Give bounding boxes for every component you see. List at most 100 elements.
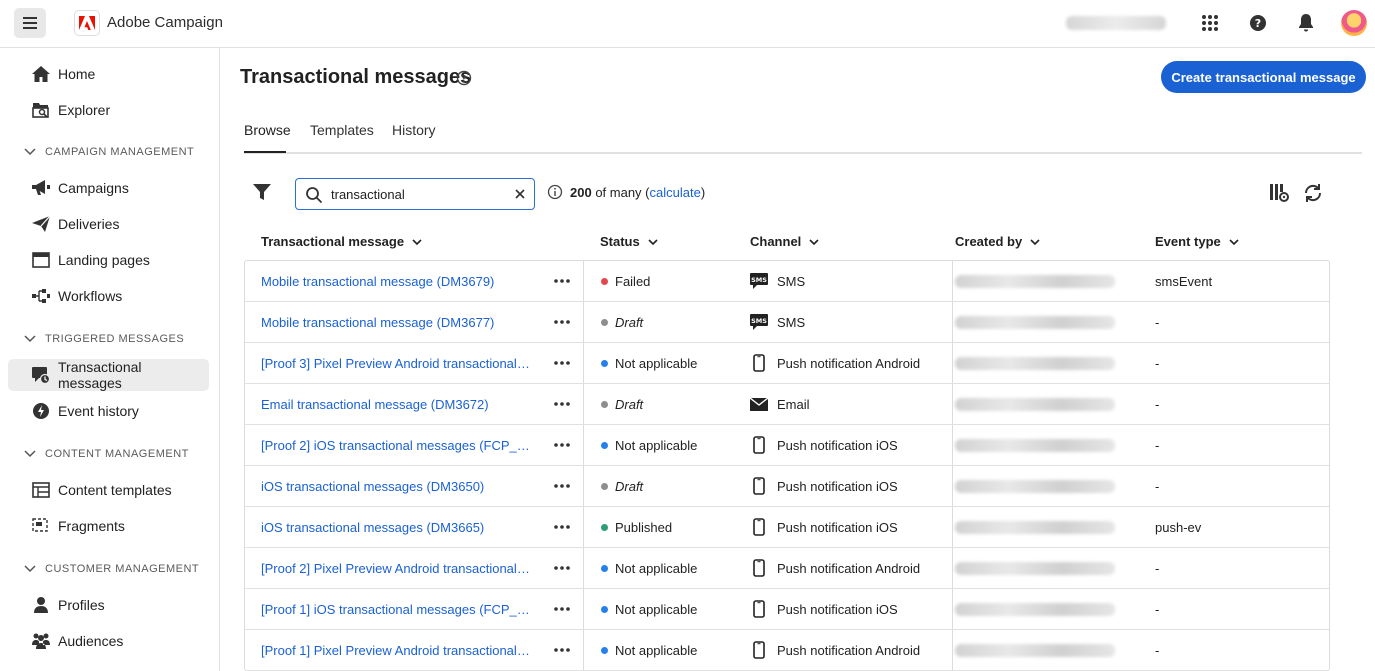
- menu-toggle-button[interactable]: [14, 8, 46, 38]
- table-row[interactable]: Mobile transactional message (DM3679) Fa…: [245, 261, 1329, 302]
- column-header-channel[interactable]: Channel: [750, 234, 819, 249]
- sidebar-item-content-templates[interactable]: Content templates: [8, 474, 209, 506]
- message-link[interactable]: [Proof 3] Pixel Preview Android transact…: [261, 356, 531, 371]
- sidebar-section-campaign-management[interactable]: CAMPAIGN MANAGEMENT: [24, 142, 194, 162]
- sms-icon: SMS: [750, 314, 768, 330]
- mobile-icon: [753, 436, 765, 454]
- status-label: Not applicable: [615, 437, 698, 453]
- table-row[interactable]: [Proof 1] iOS transactional messages (FC…: [245, 589, 1329, 630]
- sidebar-item-landing-pages[interactable]: Landing pages: [8, 244, 209, 276]
- message-link[interactable]: [Proof 2] Pixel Preview Android transact…: [261, 561, 531, 576]
- refresh-icon[interactable]: [1302, 182, 1324, 204]
- more-actions-button[interactable]: [551, 589, 573, 629]
- sidebar-item-transactional-messages[interactable]: Transactional messages: [8, 359, 209, 391]
- sidebar-section-triggered-messages[interactable]: TRIGGERED MESSAGES: [24, 329, 184, 349]
- message-link[interactable]: [Proof 2] iOS transactional messages (FC…: [261, 438, 531, 453]
- mobile-icon: [753, 354, 765, 372]
- table-row[interactable]: [Proof 2] iOS transactional messages (FC…: [245, 425, 1329, 466]
- tab-history[interactable]: History: [392, 122, 436, 138]
- sidebar-item-label: Explorer: [58, 102, 111, 118]
- more-actions-button[interactable]: [551, 466, 573, 506]
- column-settings-icon[interactable]: [1268, 182, 1290, 204]
- sidebar-section-customer-management[interactable]: CUSTOMER MANAGEMENT: [24, 559, 199, 579]
- column-header-status[interactable]: Status: [600, 234, 658, 249]
- chevron-down-icon: [412, 238, 422, 245]
- column-divider: [952, 343, 953, 383]
- message-link[interactable]: [Proof 1] Pixel Preview Android transact…: [261, 643, 531, 658]
- message-link[interactable]: iOS transactional messages (DM3650): [261, 479, 484, 494]
- message-link[interactable]: Mobile transactional message (DM3677): [261, 315, 494, 330]
- column-divider: [583, 507, 584, 547]
- help-button[interactable]: ?: [1247, 12, 1269, 34]
- tab-bar: Browse Templates History: [244, 110, 1362, 154]
- column-header-event-type[interactable]: Event type: [1155, 234, 1239, 249]
- info-icon[interactable]: [547, 184, 563, 200]
- chevron-down-icon: [24, 565, 36, 573]
- sidebar-item-audiences[interactable]: Audiences: [8, 625, 209, 657]
- search-input[interactable]: [331, 185, 501, 203]
- audiences-icon: [32, 633, 50, 649]
- tab-templates[interactable]: Templates: [310, 122, 374, 138]
- created-by-blurred: [955, 356, 1115, 370]
- transactional-icon: [32, 367, 50, 384]
- message-name-cell: Mobile transactional message (DM3679): [261, 261, 531, 301]
- table-row[interactable]: iOS transactional messages (DM3650) Draf…: [245, 466, 1329, 507]
- channel-cell: Email: [750, 384, 950, 424]
- tab-browse[interactable]: Browse: [244, 122, 291, 138]
- content-templates-icon: [32, 482, 50, 498]
- channel-cell: Push notification Android: [750, 548, 950, 588]
- sidebar-item-explorer[interactable]: Explorer: [8, 94, 209, 126]
- message-link[interactable]: Email transactional message (DM3672): [261, 397, 489, 412]
- app-switcher-button[interactable]: [1199, 12, 1221, 34]
- channel-cell: Push notification iOS: [750, 589, 950, 629]
- sidebar-item-deliveries[interactable]: Deliveries: [8, 208, 209, 240]
- message-link[interactable]: [Proof 1] iOS transactional messages (FC…: [261, 602, 531, 617]
- create-transactional-message-button[interactable]: Create transactional message: [1161, 61, 1366, 93]
- more-actions-button[interactable]: [551, 507, 573, 547]
- sidebar-item-workflows[interactable]: Workflows: [8, 280, 209, 312]
- table-row[interactable]: Email transactional message (DM3672) Dra…: [245, 384, 1329, 425]
- more-actions-button[interactable]: [551, 384, 573, 424]
- channel-cell: Push notification Android: [750, 343, 950, 383]
- more-actions-button[interactable]: [551, 630, 573, 670]
- more-actions-button[interactable]: [551, 425, 573, 465]
- message-link[interactable]: iOS transactional messages (DM3665): [261, 520, 484, 535]
- more-actions-button[interactable]: [551, 548, 573, 588]
- column-divider: [952, 261, 953, 301]
- status-label: Failed: [615, 273, 651, 289]
- table-row[interactable]: [Proof 1] Pixel Preview Android transact…: [245, 630, 1329, 671]
- message-link[interactable]: Mobile transactional message (DM3679): [261, 274, 494, 289]
- sidebar-section-content-management[interactable]: CONTENT MANAGEMENT: [24, 444, 189, 464]
- search-field[interactable]: [295, 178, 535, 210]
- calculate-link[interactable]: calculate: [650, 185, 701, 200]
- sidebar-item-campaigns[interactable]: Campaigns: [8, 172, 209, 204]
- more-actions-button[interactable]: [551, 302, 573, 342]
- column-header-transactional-message[interactable]: Transactional message: [261, 234, 422, 249]
- clear-search-icon[interactable]: [513, 187, 527, 201]
- more-actions-button[interactable]: [551, 261, 573, 301]
- filter-icon[interactable]: [252, 182, 272, 202]
- table-row[interactable]: Mobile transactional message (DM3677) Dr…: [245, 302, 1329, 343]
- app-name[interactable]: Adobe Campaign: [107, 14, 223, 31]
- notifications-button[interactable]: [1295, 12, 1317, 34]
- info-help-icon[interactable]: ?: [456, 70, 472, 86]
- table-row[interactable]: [Proof 3] Pixel Preview Android transact…: [245, 343, 1329, 384]
- sidebar-item-fragments[interactable]: Fragments: [8, 510, 209, 542]
- more-icon: [554, 525, 570, 529]
- section-label: CONTENT MANAGEMENT: [45, 448, 189, 460]
- sidebar-item-profiles[interactable]: Profiles: [8, 589, 209, 621]
- sidebar-item-home[interactable]: Home: [8, 58, 209, 90]
- table-row[interactable]: iOS transactional messages (DM3665) Publ…: [245, 507, 1329, 548]
- channel-label: Push notification Android: [777, 560, 921, 576]
- created-by-blurred: [955, 479, 1115, 493]
- status-cell: Not applicable: [601, 548, 741, 588]
- sidebar-item-event-history[interactable]: Event history: [8, 395, 209, 427]
- adobe-logo[interactable]: [74, 10, 100, 36]
- more-actions-button[interactable]: [551, 343, 573, 383]
- table-row[interactable]: [Proof 2] Pixel Preview Android transact…: [245, 548, 1329, 589]
- created-by-blurred: [955, 520, 1115, 534]
- sidebar-item-label: Transactional messages: [58, 359, 142, 391]
- user-avatar[interactable]: [1341, 10, 1367, 36]
- more-icon: [554, 648, 570, 652]
- column-header-created-by[interactable]: Created by: [955, 234, 1040, 249]
